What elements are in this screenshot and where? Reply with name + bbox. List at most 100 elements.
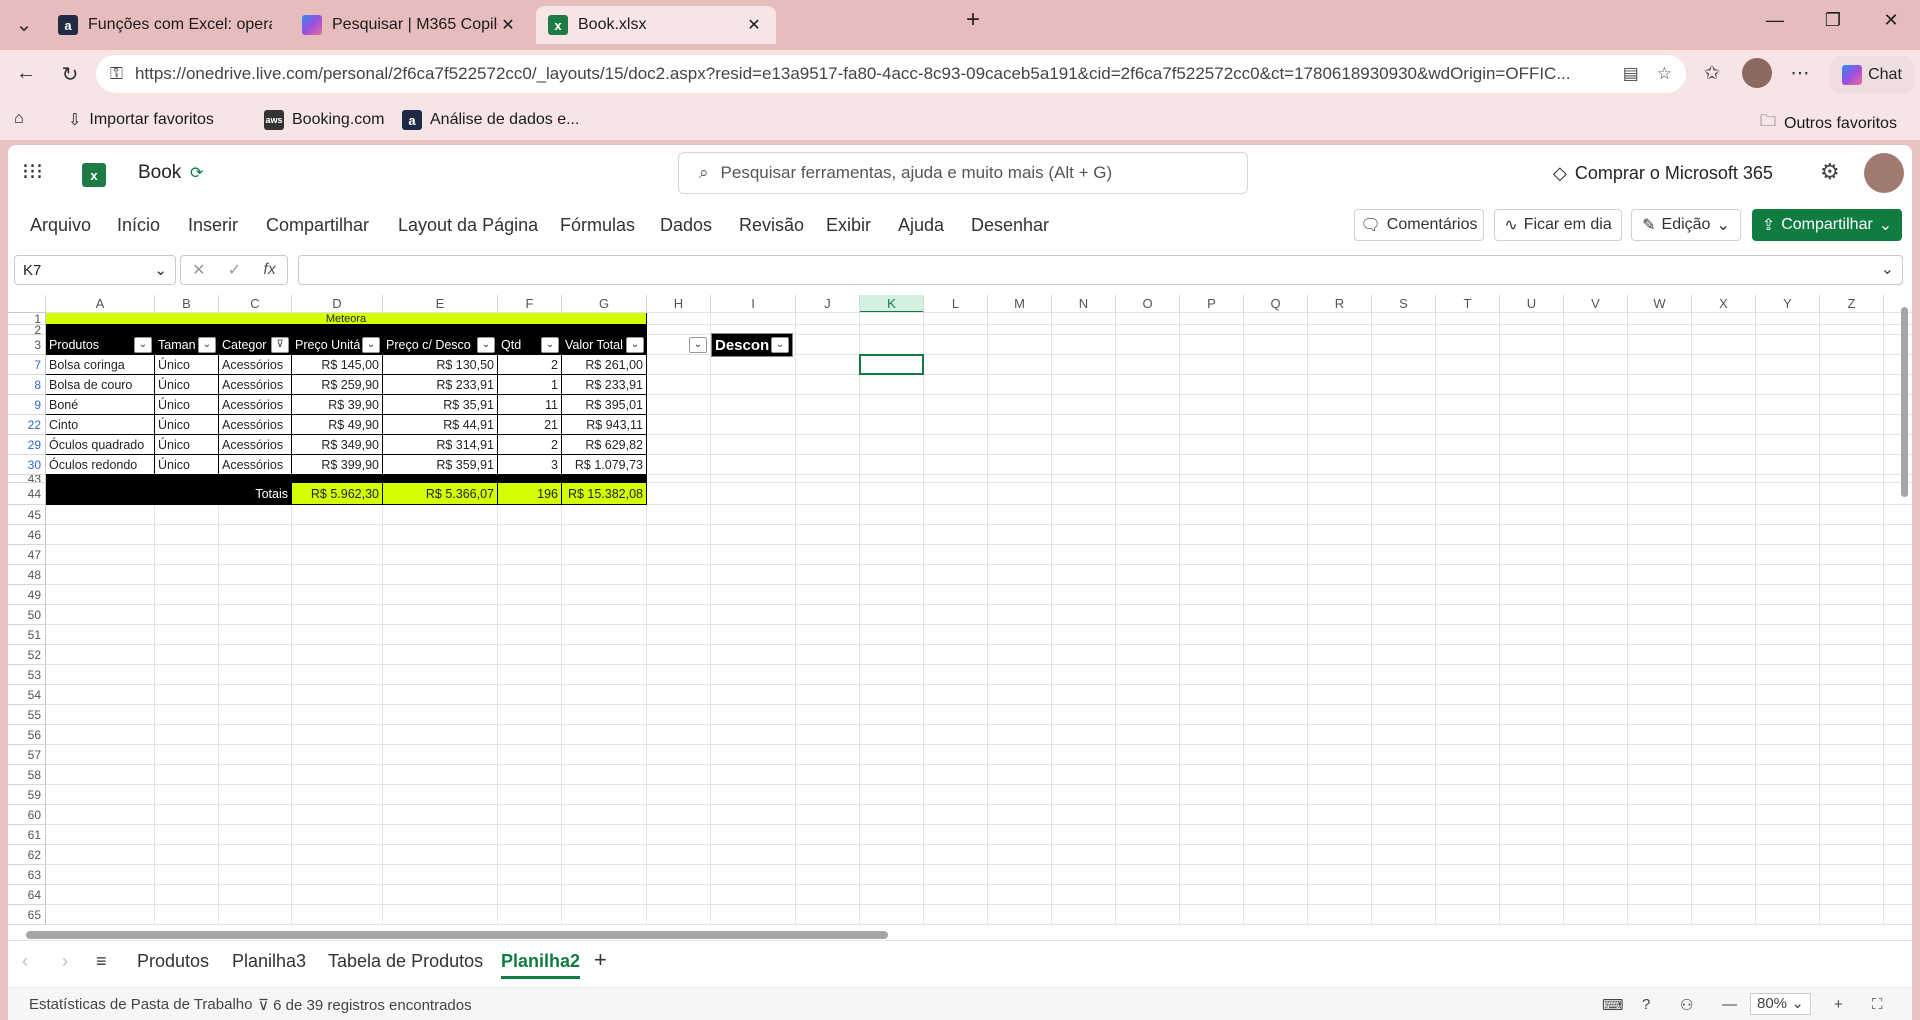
table-cell[interactable]: R$ 145,00 <box>292 355 383 375</box>
sync-status-icon[interactable]: ⟳ <box>190 163 203 183</box>
table-cell[interactable]: Óculos quadrado <box>46 435 155 455</box>
favorites-icon[interactable]: ✩ <box>1698 62 1726 85</box>
column-header[interactable]: B <box>155 295 219 313</box>
minimize-icon[interactable]: — <box>1760 10 1790 31</box>
more-icon[interactable]: ⋯ <box>1786 62 1814 85</box>
filter-dropdown-button[interactable]: ⊽ <box>271 337 289 353</box>
column-header[interactable]: X <box>1692 295 1756 313</box>
row-header[interactable]: 58 <box>8 765 46 785</box>
table-cell[interactable]: R$ 259,90 <box>292 375 383 395</box>
column-header[interactable]: E <box>383 295 498 313</box>
row-header[interactable]: 63 <box>8 865 46 885</box>
filter-dropdown-button[interactable]: ⌄ <box>626 337 644 353</box>
tab-arquivo[interactable]: Arquivo <box>30 215 91 236</box>
tab-inicio[interactable]: Início <box>117 215 160 236</box>
restore-icon[interactable]: ❐ <box>1818 10 1848 31</box>
column-header[interactable]: O <box>1116 295 1180 313</box>
confirm-icon[interactable]: ✓ <box>228 260 241 280</box>
formula-input[interactable]: ⌄ <box>298 255 1903 285</box>
row-header[interactable]: 60 <box>8 805 46 825</box>
row-header[interactable]: 29 <box>8 435 46 455</box>
row-header[interactable]: 8 <box>8 375 46 395</box>
column-header[interactable]: M <box>988 295 1052 313</box>
table-cell[interactable]: R$ 1.079,73 <box>562 455 647 475</box>
tab-list-chevron-icon[interactable]: ⌄ <box>10 12 38 37</box>
help-icon[interactable]: ? <box>1642 996 1650 1013</box>
table-cell[interactable]: R$ 359,91 <box>383 455 498 475</box>
table-cell[interactable]: R$ 49,90 <box>292 415 383 435</box>
column-header[interactable]: W <box>1628 295 1692 313</box>
filter-dropdown-button[interactable]: ⌄ <box>477 337 495 353</box>
table-cell[interactable]: Acessórios <box>219 375 292 395</box>
prev-sheet-icon[interactable]: ‹ <box>22 951 28 972</box>
close-tab-icon[interactable]: ✕ <box>498 15 518 35</box>
column-header[interactable]: T <box>1436 295 1500 313</box>
column-header[interactable]: Q <box>1244 295 1308 313</box>
next-sheet-icon[interactable]: › <box>62 951 68 972</box>
new-tab-icon[interactable]: + <box>958 6 988 34</box>
accessibility-icon[interactable]: ⚇ <box>1680 996 1693 1014</box>
sheet-tab-tabela-produtos[interactable]: Tabela de Produtos <box>328 951 483 972</box>
back-icon[interactable]: ← <box>12 62 40 85</box>
tab-ajuda[interactable]: Ajuda <box>898 215 944 236</box>
favorite-star-icon[interactable]: ☆ <box>1657 64 1672 84</box>
column-header[interactable]: U <box>1500 295 1564 313</box>
settings-gear-icon[interactable]: ⚙ <box>1820 159 1840 185</box>
tab-inserir[interactable]: Inserir <box>188 215 238 236</box>
column-header[interactable]: C <box>219 295 292 313</box>
table-cell[interactable]: R$ 39,90 <box>292 395 383 415</box>
column-header[interactable]: P <box>1180 295 1244 313</box>
table-cell[interactable]: Acessórios <box>219 455 292 475</box>
row-header[interactable]: 9 <box>8 395 46 415</box>
column-header[interactable]: I <box>711 295 796 313</box>
row-header[interactable]: 56 <box>8 725 46 745</box>
column-header[interactable]: R <box>1308 295 1372 313</box>
table-cell[interactable]: Único <box>155 375 219 395</box>
row-header[interactable]: 55 <box>8 705 46 725</box>
app-launcher-icon[interactable]: ⁝⁝⁝ <box>22 159 43 185</box>
zoom-in-icon[interactable]: + <box>1834 996 1843 1013</box>
zoom-select[interactable]: 80% ⌄ <box>1750 993 1811 1015</box>
table-cell[interactable]: 2 <box>498 355 562 375</box>
table-cell[interactable]: Cinto <box>46 415 155 435</box>
row-header[interactable]: 1 <box>8 313 46 325</box>
column-header[interactable]: K <box>860 295 924 313</box>
table-cell[interactable]: Único <box>155 395 219 415</box>
column-header[interactable]: H <box>647 295 711 313</box>
catchup-button[interactable]: ∿ Ficar em dia <box>1494 209 1622 241</box>
column-header[interactable]: S <box>1372 295 1436 313</box>
totals-label[interactable]: Totais <box>46 483 292 505</box>
table-cell[interactable]: Bolsa de couro <box>46 375 155 395</box>
zoom-out-icon[interactable]: — <box>1722 996 1737 1013</box>
profile-avatar[interactable] <box>1742 58 1772 88</box>
buy-microsoft365[interactable]: ◇ Comprar o Microsoft 365 <box>1553 163 1773 184</box>
row-header[interactable]: 7 <box>8 355 46 375</box>
row-header[interactable]: 50 <box>8 605 46 625</box>
bookmark-analise[interactable]: a Análise de dados e... <box>402 110 579 130</box>
table-cell[interactable]: R$ 233,91 <box>562 375 647 395</box>
column-header[interactable]: Y <box>1756 295 1820 313</box>
column-header[interactable]: L <box>924 295 988 313</box>
table-cell[interactable]: Único <box>155 435 219 455</box>
column-header[interactable]: J <box>796 295 860 313</box>
table-cell[interactable]: 21 <box>498 415 562 435</box>
column-header[interactable]: N <box>1052 295 1116 313</box>
filter-dropdown-button[interactable]: ⌄ <box>362 337 380 353</box>
row-header[interactable]: 54 <box>8 685 46 705</box>
row-header[interactable]: 57 <box>8 745 46 765</box>
add-sheet-icon[interactable]: + <box>594 947 607 973</box>
insert-function-icon[interactable]: fx <box>263 261 275 279</box>
totals-cell[interactable]: R$ 5.962,30 <box>292 483 383 505</box>
collections-icon[interactable]: ⌂ <box>14 110 24 128</box>
filter-dropdown-button[interactable]: ⌄ <box>771 337 789 353</box>
table-cell[interactable]: R$ 233,91 <box>383 375 498 395</box>
row-header[interactable]: 49 <box>8 585 46 605</box>
header-band[interactable] <box>46 325 647 335</box>
column-header[interactable]: A <box>46 295 155 313</box>
table-cell[interactable]: 2 <box>498 435 562 455</box>
table-cell[interactable]: Acessórios <box>219 395 292 415</box>
table-cell[interactable]: R$ 395,01 <box>562 395 647 415</box>
table-cell[interactable]: Boné <box>46 395 155 415</box>
address-bar[interactable]: ⚿ https://onedrive.live.com/personal/2f6… <box>96 55 1686 93</box>
column-header[interactable]: V <box>1564 295 1628 313</box>
